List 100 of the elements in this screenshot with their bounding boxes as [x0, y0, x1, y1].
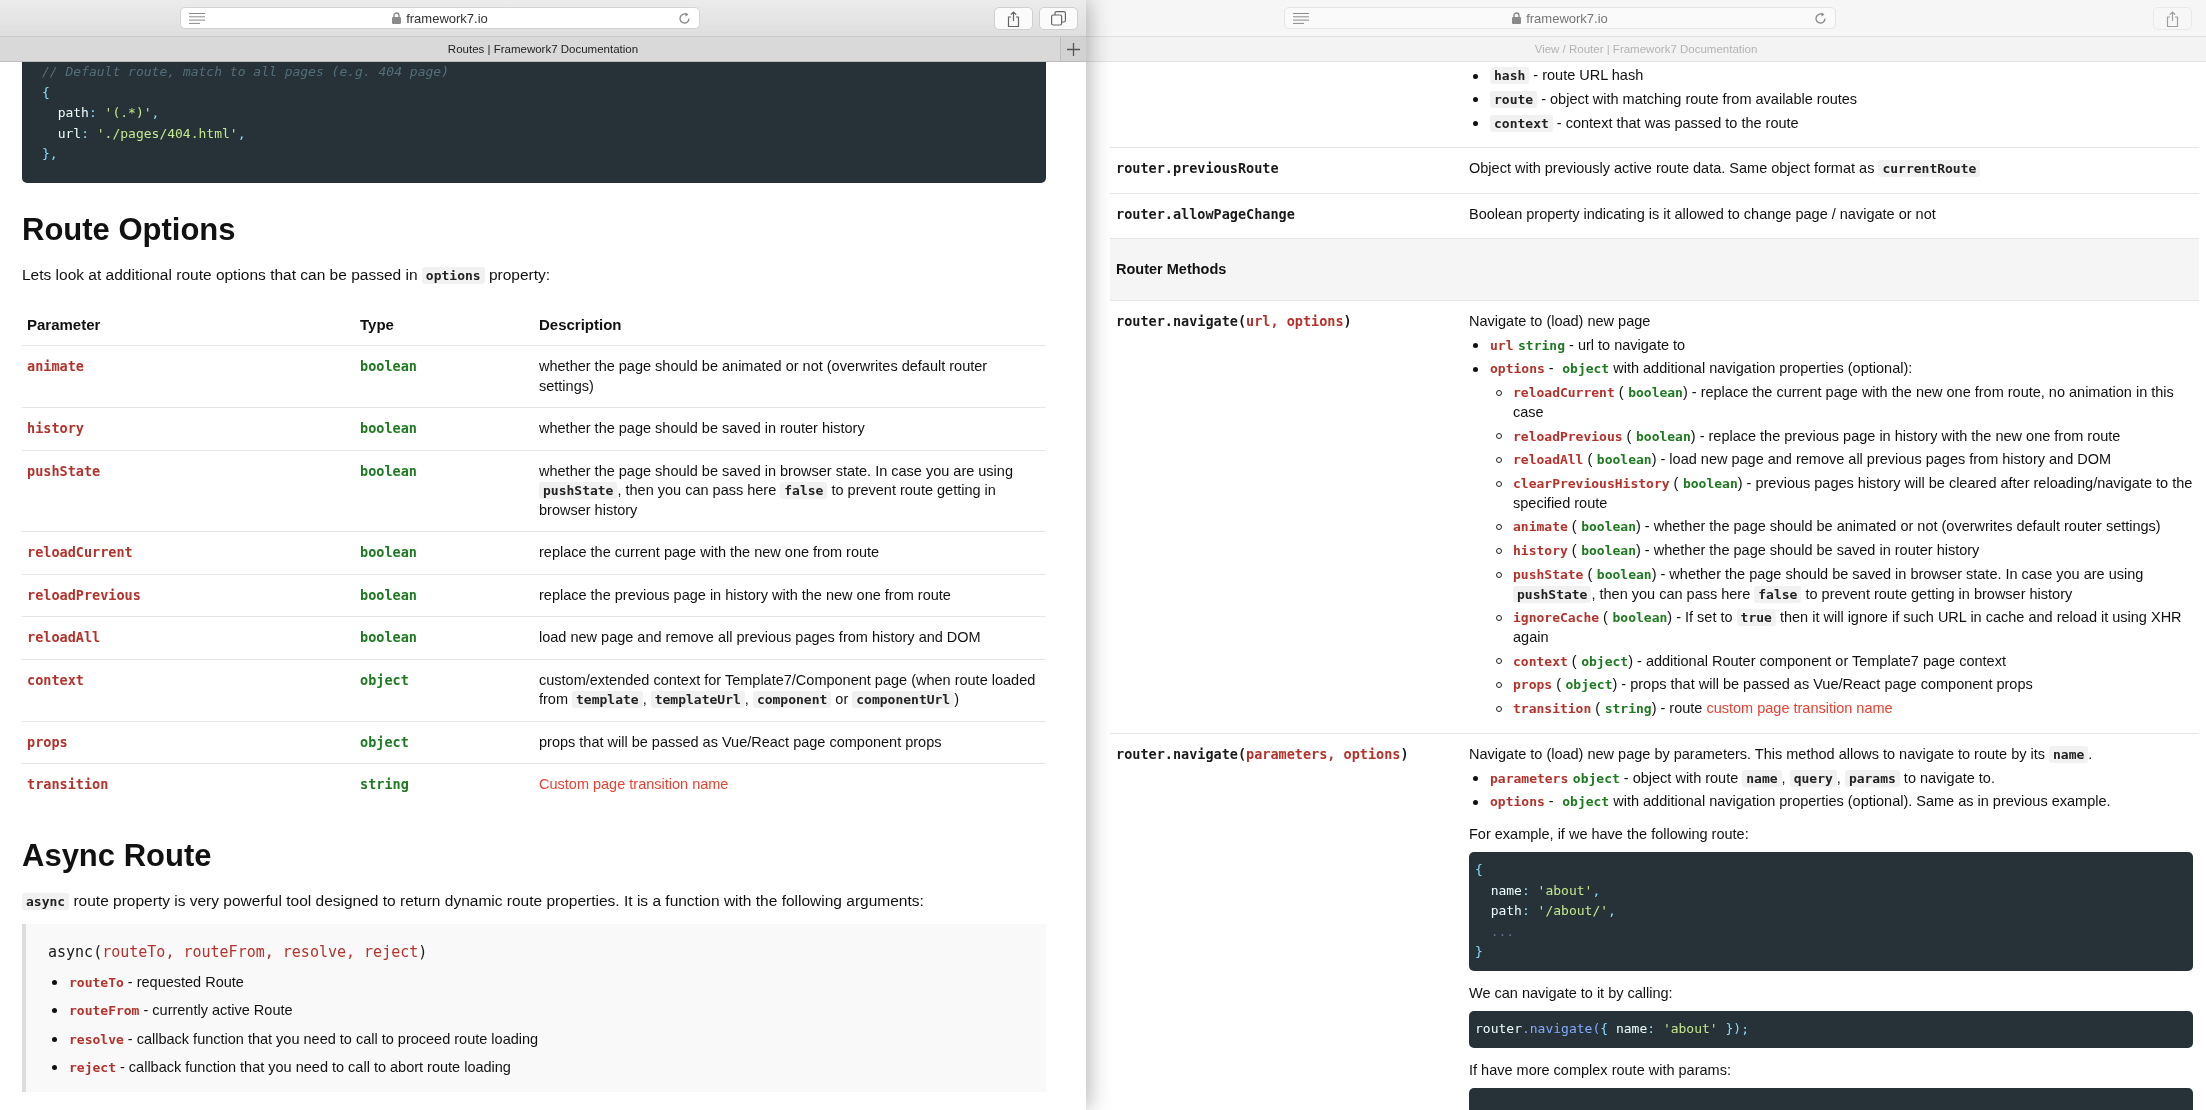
code-line: router.navigate({ name: 'about' });: [1475, 1020, 1750, 1039]
lock-icon: [392, 12, 402, 24]
table-cell-text: string: [359, 775, 410, 794]
address-bar[interactable]: framework7.io: [180, 7, 700, 29]
list-item-text: props ( object) - props that will be passed as Vue/React page component props: [1513, 675, 2034, 695]
column-header: Description: [538, 314, 623, 335]
table-cell-text: reloadPrevious: [26, 585, 142, 605]
table-cell-text: object: [359, 732, 410, 752]
tabs-button[interactable]: [1039, 7, 1078, 30]
list-item-text: pushState ( boolean) - whether the page should be saved in browser state. In case you are using pushState , then you can pass here false to prevent route getting in browser history: [1513, 565, 2145, 605]
bullet-icon: [52, 1065, 57, 1071]
table-cell-text: replace the current page with the new one from route: [538, 543, 881, 562]
code-line: {: [1475, 861, 1484, 880]
table-cell-text: history: [26, 419, 85, 438]
list-item-text: hash - route URL hash: [1490, 66, 2193, 86]
list-item-text: url string - url to navigate to: [1490, 335, 1687, 355]
code-line: ...: [1489, 922, 1516, 941]
paragraph-text: If have more complex route with params:: [1469, 1060, 1732, 1080]
list-item-text: clearPreviousHistory ( boolean) - previous pages history will be cleared after reloading/navigate to the specified route: [1513, 474, 2193, 513]
bullet-icon: [52, 1036, 57, 1042]
table-cell-text: boolean: [359, 461, 418, 481]
section-heading: Route Options: [22, 210, 237, 249]
table-cell-text: boolean: [359, 628, 418, 647]
table-cell-text: props: [26, 732, 69, 752]
list-item-text: parameters object - object with route name , query , params to navigate to.: [1490, 768, 1996, 789]
address-bar[interactable]: framework7.io: [1284, 7, 1836, 29]
list-item-text: options - object with additional navigation properties (optional):: [1490, 359, 1914, 379]
section-title: Router Methods: [1116, 261, 1227, 278]
code-line: }: [1475, 943, 1484, 962]
bullet-icon: [1473, 73, 1478, 79]
table-cell-text: pushState: [26, 461, 102, 481]
bullet-icon: [52, 979, 57, 985]
table-cell-text: animate: [26, 357, 85, 376]
paragraph-text: Navigate to (load) new page: [1469, 311, 1652, 331]
reload-icon[interactable]: [1814, 12, 1827, 25]
table-cell-text: whether the page should be saved in browser state. In case you are using pushState , then you can pass here false to prevent route getting in browser history: [538, 461, 1014, 520]
code-line: url: './pages/404.html',: [56, 124, 247, 143]
share-icon: [2166, 10, 2179, 27]
link[interactable]: custom page transition name: [1706, 700, 1893, 717]
column-header: Parameter: [26, 314, 102, 335]
list-item-text: resolve - callback function that you need to call to proceed route loading: [69, 1029, 540, 1049]
table-cell-text: boolean: [359, 585, 418, 605]
share-button[interactable]: [994, 7, 1033, 30]
list-item-text: reloadCurrent ( boolean) - replace the current page with the new one from route, no animation in this case: [1513, 383, 2175, 422]
paragraph-text: Boolean property indicating is it allowed to change page / navigate or not: [1469, 204, 1937, 224]
link[interactable]: Custom page transition name: [539, 776, 729, 792]
table-cell-text: whether the page should be animated or not (overwrites default router settings): [538, 357, 989, 396]
reload-icon[interactable]: [678, 12, 691, 25]
reader-icon[interactable]: [189, 13, 205, 24]
function-signature: async(routeTo, routeFrom, resolve, reject): [48, 941, 429, 963]
code-line: // Default route, match to all pages (e.g. 404 page): [42, 63, 450, 81]
list-item-text: context ( object) - additional Router component or Template7 page context: [1513, 651, 2007, 671]
code-line: path: '(.*)',: [56, 104, 161, 122]
table-cell-text: whether the page should be saved in router history: [538, 419, 866, 438]
table-cell-text: reloadCurrent: [26, 543, 134, 562]
table-cell-text: boolean: [359, 419, 418, 438]
code-line: {: [42, 83, 51, 102]
tabs-icon: [1051, 11, 1066, 26]
code-line: path: '/about/',: [1489, 902, 1617, 921]
table-cell-text: router.allowPageChange: [1115, 204, 1296, 224]
bullet-icon: [1473, 775, 1478, 781]
list-item-text: route - object with matching route from available routes: [1490, 90, 2193, 110]
bullet-icon: [1473, 799, 1478, 805]
table-cell-text: boolean: [359, 357, 418, 376]
table-cell-text: router.previousRoute: [1115, 159, 1280, 179]
new-tab-button[interactable]: [1060, 37, 1086, 61]
table-cell-text: props that will be passed as Vue/React page component props: [538, 732, 943, 752]
code-line: name: 'about',: [1489, 881, 1602, 900]
table-cell-text: router.navigate(url, options): [1115, 311, 1353, 331]
plus-icon: [1067, 42, 1080, 56]
bullet-icon: [1473, 121, 1478, 127]
url-text: framework7.io: [1526, 10, 1608, 26]
table-cell-text: replace the previous page in history with the new one from route: [538, 585, 952, 605]
code-line: },: [42, 145, 59, 163]
list-item-text: routeFrom - currently active Route: [69, 1001, 294, 1020]
table-cell-text: boolean: [359, 543, 418, 562]
paragraph-text: async route property is very powerful tool designed to return dynamic route properties. It is a function with the following arguments:: [22, 888, 1046, 914]
paragraph-text: Lets look at additional route options that can be passed in options property:: [22, 264, 552, 286]
list-item-text: animate ( boolean) - whether the page should be animated or not (overwrites default router settings): [1513, 517, 2162, 537]
paragraph-text: We can navigate to it by calling:: [1469, 983, 1674, 1003]
bullet-icon: [1473, 366, 1478, 372]
list-item-text: history ( boolean) - whether the page should be saved in router history: [1513, 541, 1981, 561]
paragraph-text: Object with previously active route data. Same object format as currentRoute: [1469, 159, 2193, 179]
list-item-text: context - context that was passed to the route: [1490, 113, 2193, 134]
tab-title[interactable]: Routes | Framework7 Documentation: [447, 43, 639, 55]
reader-icon[interactable]: [1293, 13, 1309, 24]
list-item-text: routeTo - requested Route: [69, 972, 245, 992]
table-cell-text: router.navigate(parameters, options): [1115, 744, 1410, 764]
column-header: Type: [359, 314, 395, 335]
table-cell-text: load new page and remove all previous pages from history and DOM: [538, 628, 982, 647]
share-icon: [1007, 10, 1020, 27]
list-item-text: reloadPrevious ( boolean) - replace the previous page in history with the new one from route: [1513, 426, 2122, 446]
table-cell-text: context: [26, 670, 85, 690]
bullet-icon: [1473, 97, 1478, 103]
paragraph-text: For example, if we have the following route:: [1469, 824, 1750, 844]
table-cell-text: transition: [26, 775, 110, 794]
table-cell-text: custom/extended context for Template7/Component page (when route loaded from template , templateUrl , component or componentUrl ): [538, 670, 1037, 710]
list-item-text: ignoreCache ( boolean) - If set to true then it will ignore if such URL in cache and reload it using XHR again: [1513, 608, 2183, 647]
list-item-text: transition ( string) - route custom page transition name: [1513, 699, 1894, 719]
bullet-icon: [1473, 342, 1478, 348]
